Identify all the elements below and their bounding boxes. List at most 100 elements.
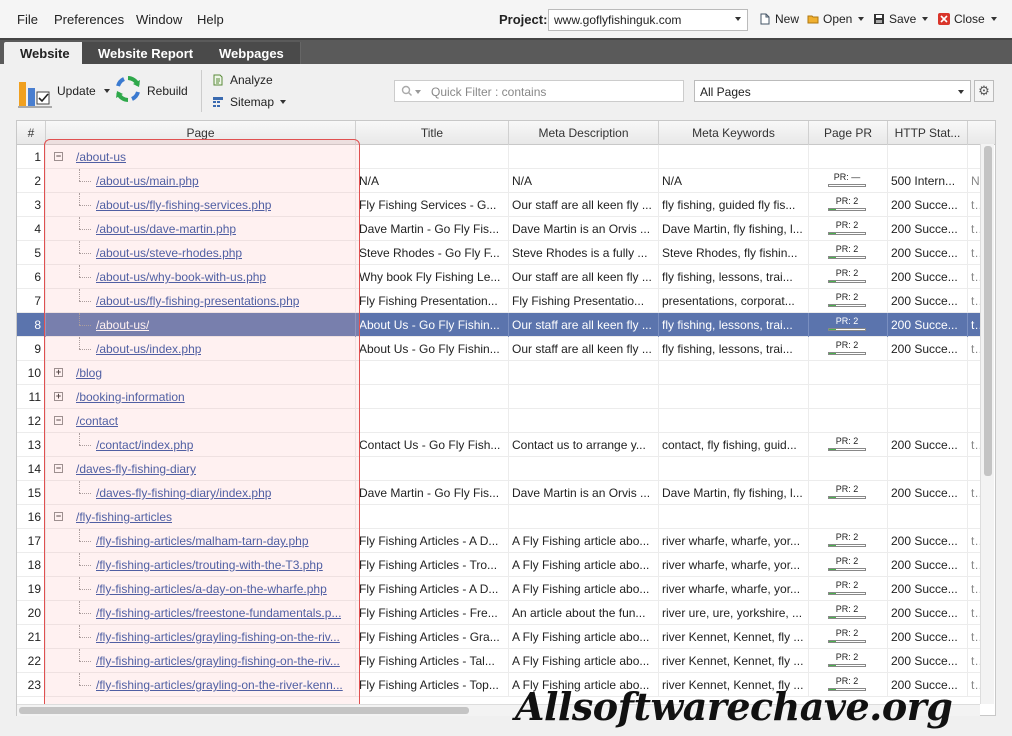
page-cell[interactable]: /about-us/main.php	[46, 169, 356, 193]
page-cell[interactable]: /fly-fishing-articles/freestone-fundamen…	[46, 601, 356, 625]
close-button[interactable]: Close	[938, 12, 997, 26]
page-cell[interactable]: /about-us/	[46, 313, 356, 337]
table-row[interactable]: 9/about-us/index.php About Us - Go Fly Fi…	[17, 337, 981, 361]
page-link[interactable]: /fly-fishing-articles/trouting-with-the-…	[96, 553, 323, 577]
open-button[interactable]: Open	[807, 12, 865, 26]
vertical-scrollbar[interactable]	[980, 144, 994, 704]
page-link[interactable]: /about-us	[76, 145, 126, 169]
page-link[interactable]: /contact	[76, 409, 118, 433]
col-title[interactable]: Title	[356, 121, 509, 145]
menu-preferences[interactable]: Preferences	[54, 12, 124, 27]
page-link[interactable]: /fly-fishing-articles/freestone-fundamen…	[96, 601, 341, 625]
table-row[interactable]: 3/about-us/fly-fishing-services.php Fly F…	[17, 193, 981, 217]
col-page[interactable]: Page	[46, 121, 356, 145]
table-row[interactable]: 17/fly-fishing-articles/malham-tarn-day.…	[17, 529, 981, 553]
table-row[interactable]: 4/about-us/dave-martin.php Dave Martin - …	[17, 217, 981, 241]
page-link[interactable]: /booking-information	[76, 385, 185, 409]
page-link[interactable]: /blog	[76, 361, 102, 385]
page-cell[interactable]: − /about-us	[46, 145, 356, 169]
col-meta-description[interactable]: Meta Description	[509, 121, 659, 145]
table-row[interactable]: 19/fly-fishing-articles/a-day-on-the-wha…	[17, 577, 981, 601]
tab-website[interactable]: Website	[4, 42, 86, 66]
page-link[interactable]: /daves-fly-fishing-diary	[76, 457, 196, 481]
project-select[interactable]: www.goflyfishinguk.com	[548, 9, 748, 31]
table-row[interactable]: 12− /contact	[17, 409, 981, 433]
table-row[interactable]: 15/daves-fly-fishing-diary/index.php Dave…	[17, 481, 981, 505]
new-button[interactable]: New	[759, 12, 799, 26]
page-cell[interactable]: /fly-fishing-articles/a-day-on-the-wharf…	[46, 577, 356, 601]
page-cell[interactable]: /about-us/dave-martin.php	[46, 217, 356, 241]
table-row[interactable]: 1− /about-us	[17, 145, 981, 169]
analyze-button[interactable]: Analyze	[212, 73, 273, 87]
tab-webpages[interactable]: Webpages	[203, 42, 301, 66]
page-cell[interactable]: /contact/index.php	[46, 433, 356, 457]
table-row[interactable]: 10 + /blog	[17, 361, 981, 385]
table-row[interactable]: 7/about-us/fly-fishing-presentations.php…	[17, 289, 981, 313]
collapse-icon[interactable]: −	[54, 464, 63, 473]
page-cell[interactable]: /fly-fishing-articles/grayling-on-the-ri…	[46, 673, 356, 697]
page-link[interactable]: /fly-fishing-articles/grayling-fishing-o…	[96, 649, 340, 673]
page-cell[interactable]: /fly-fishing-articles/grayling-fishing-o…	[46, 625, 356, 649]
page-cell[interactable]: /fly-fishing-articles/trouting-with-the-…	[46, 553, 356, 577]
page-cell[interactable]: − /daves-fly-fishing-diary	[46, 457, 356, 481]
page-cell[interactable]: /about-us/index.php	[46, 337, 356, 361]
table-row[interactable]: 18/fly-fishing-articles/trouting-with-th…	[17, 553, 981, 577]
table-row[interactable]: 6/about-us/why-book-with-us.php Why book …	[17, 265, 981, 289]
page-link[interactable]: /fly-fishing-articles/malham-tarn-day.ph…	[96, 529, 309, 553]
page-link[interactable]: /fly-fishing-articles/grayling-fishing-o…	[96, 625, 340, 649]
page-link[interactable]: /about-us/why-book-with-us.php	[96, 265, 266, 289]
table-row[interactable]: 22/fly-fishing-articles/grayling-fishing…	[17, 649, 981, 673]
page-link[interactable]: /fly-fishing-articles/a-day-on-the-wharf…	[96, 577, 327, 601]
page-link[interactable]: /about-us/	[96, 313, 149, 337]
page-cell[interactable]: + /booking-information	[46, 385, 356, 409]
page-link[interactable]: /about-us/main.php	[96, 169, 199, 193]
page-link[interactable]: /contact/index.php	[96, 433, 193, 457]
table-row[interactable]: 8/about-us/About Us - Go Fly Fishin... Ou…	[17, 313, 981, 337]
menu-file[interactable]: File	[17, 12, 38, 27]
table-row[interactable]: 11 + /booking-information	[17, 385, 981, 409]
sitemap-button[interactable]: Sitemap	[212, 95, 287, 109]
table-row[interactable]: 2/about-us/main.php N/A N/A N/A PR: —500 Int…	[17, 169, 981, 193]
save-button[interactable]: Save	[873, 12, 929, 26]
page-link[interactable]: /about-us/fly-fishing-presentations.php	[96, 289, 299, 313]
page-cell[interactable]: /about-us/why-book-with-us.php	[46, 265, 356, 289]
vertical-scroll-thumb[interactable]	[984, 146, 992, 476]
col-meta-keywords[interactable]: Meta Keywords	[659, 121, 809, 145]
page-link[interactable]: /daves-fly-fishing-diary/index.php	[96, 481, 271, 505]
page-cell[interactable]: /fly-fishing-articles/grayling-fishing-o…	[46, 649, 356, 673]
collapse-icon[interactable]: −	[54, 416, 63, 425]
page-cell[interactable]: − /contact	[46, 409, 356, 433]
page-cell[interactable]: /fly-fishing-articles/malham-tarn-day.ph…	[46, 529, 356, 553]
table-row[interactable]: 21/fly-fishing-articles/grayling-fishing…	[17, 625, 981, 649]
tab-website-report[interactable]: Website Report	[82, 42, 211, 66]
menu-help[interactable]: Help	[197, 12, 224, 27]
table-row[interactable]: 14− /daves-fly-fishing-diary	[17, 457, 981, 481]
collapse-icon[interactable]: −	[54, 512, 63, 521]
settings-button[interactable]: ⚙	[974, 80, 994, 102]
page-link[interactable]: /fly-fishing-articles/grayling-on-the-ri…	[96, 673, 343, 697]
col-page-pr[interactable]: Page PR	[809, 121, 888, 145]
col-http-status[interactable]: HTTP Stat...	[888, 121, 968, 145]
expand-icon[interactable]: +	[54, 368, 63, 377]
page-link[interactable]: /about-us/index.php	[96, 337, 201, 361]
page-cell[interactable]: /daves-fly-fishing-diary/index.php	[46, 481, 356, 505]
page-link[interactable]: /fly-fishing-articles	[76, 505, 172, 529]
table-row[interactable]: 16− /fly-fishing-articles	[17, 505, 981, 529]
horizontal-scroll-thumb[interactable]	[19, 707, 469, 714]
collapse-icon[interactable]: −	[54, 152, 63, 161]
table-row[interactable]: 5/about-us/steve-rhodes.php Steve Rhodes …	[17, 241, 981, 265]
page-scope-select[interactable]: All Pages	[694, 80, 971, 102]
table-row[interactable]: 20/fly-fishing-articles/freestone-fundam…	[17, 601, 981, 625]
page-cell[interactable]: /about-us/fly-fishing-services.php	[46, 193, 356, 217]
page-cell[interactable]: /about-us/fly-fishing-presentations.php	[46, 289, 356, 313]
table-row[interactable]: 13/contact/index.php Contact Us - Go Fly …	[17, 433, 981, 457]
page-link[interactable]: /about-us/dave-martin.php	[96, 217, 236, 241]
page-link[interactable]: /about-us/fly-fishing-services.php	[96, 193, 271, 217]
page-cell[interactable]: − /fly-fishing-articles	[46, 505, 356, 529]
page-link[interactable]: /about-us/steve-rhodes.php	[96, 241, 242, 265]
page-cell[interactable]: + /blog	[46, 361, 356, 385]
page-cell[interactable]: /about-us/steve-rhodes.php	[46, 241, 356, 265]
expand-icon[interactable]: +	[54, 392, 63, 401]
quick-filter-input[interactable]: Quick Filter : contains	[394, 80, 684, 102]
menu-window[interactable]: Window	[136, 12, 182, 27]
